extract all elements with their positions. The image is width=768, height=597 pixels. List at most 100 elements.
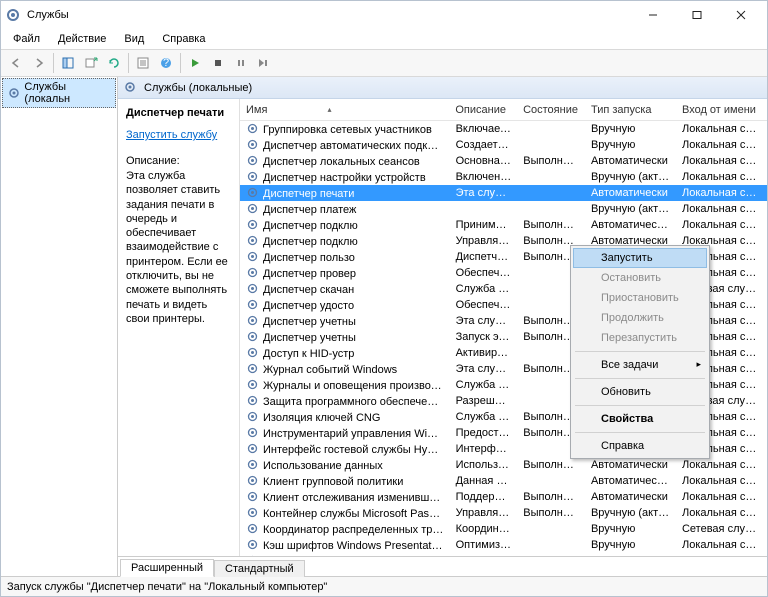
menu-pause: Приостановить bbox=[573, 288, 707, 308]
gear-icon bbox=[246, 458, 259, 471]
gear-icon bbox=[246, 266, 259, 279]
table-row[interactable]: Ловушка SNMPПринимае...ВручнуюЛокальная … bbox=[240, 553, 767, 556]
gear-icon bbox=[246, 186, 259, 199]
gear-icon bbox=[246, 506, 259, 519]
start-service-link[interactable]: Запустить службу bbox=[126, 129, 231, 141]
statusbar: Запуск службы "Диспетчер печати" на "Лок… bbox=[1, 576, 767, 596]
gear-icon bbox=[246, 170, 259, 183]
menu-resume: Продолжить bbox=[573, 308, 707, 328]
selected-service-name: Диспетчер печати bbox=[126, 107, 231, 119]
gear-icon bbox=[246, 490, 259, 503]
main-content: Службы (локальн Службы (локальные) Диспе… bbox=[1, 77, 767, 576]
table-row[interactable]: Использование данныхИспользо...Выполняет… bbox=[240, 457, 767, 473]
menu-file[interactable]: Файл bbox=[5, 31, 48, 47]
header-band: Службы (локальные) bbox=[118, 77, 767, 99]
description-text: Эта служба позволяет ставить задания печ… bbox=[126, 169, 231, 326]
table-row[interactable]: Диспетчер настройки устройствВключени...… bbox=[240, 169, 767, 185]
export-button[interactable] bbox=[80, 52, 102, 74]
tree-pane: Службы (локальн bbox=[1, 77, 118, 576]
col-name[interactable]: Имя bbox=[240, 101, 449, 119]
menu-all-tasks[interactable]: Все задачи bbox=[573, 355, 707, 375]
close-button[interactable] bbox=[719, 1, 763, 29]
gear-icon bbox=[246, 202, 259, 215]
titlebar: Службы bbox=[1, 1, 767, 29]
gear-icon bbox=[246, 554, 259, 556]
menu-help[interactable]: Справка bbox=[154, 31, 213, 47]
menu-stop: Остановить bbox=[573, 268, 707, 288]
forward-button[interactable] bbox=[28, 52, 50, 74]
toolbar: ? bbox=[1, 49, 767, 77]
stop-service-button[interactable] bbox=[207, 52, 229, 74]
maximize-button[interactable] bbox=[675, 1, 719, 29]
gear-icon bbox=[246, 474, 259, 487]
show-hide-button[interactable] bbox=[57, 52, 79, 74]
gear-icon bbox=[246, 234, 259, 247]
menu-action[interactable]: Действие bbox=[50, 31, 114, 47]
window-title: Службы bbox=[27, 9, 631, 21]
menu-help[interactable]: Справка bbox=[573, 436, 707, 456]
gear-icon bbox=[7, 86, 20, 100]
services-table: Имя Описание Состояние Тип запуска Вход … bbox=[240, 99, 767, 556]
tree-node-services[interactable]: Службы (локальн bbox=[2, 78, 116, 108]
gear-icon bbox=[246, 346, 259, 359]
table-row[interactable]: Диспетчер локальных сеансовОсновная ...В… bbox=[240, 153, 767, 169]
table-row[interactable]: Диспетчер автоматических подключений уда… bbox=[240, 137, 767, 153]
menu-view[interactable]: Вид bbox=[116, 31, 152, 47]
table-row[interactable]: Координатор распределенных транзакцийКоо… bbox=[240, 521, 767, 537]
table-row[interactable]: Клиент групповой политикиДанная сл...Авт… bbox=[240, 473, 767, 489]
status-text: Запуск службы "Диспетчер печати" на "Лок… bbox=[7, 581, 327, 593]
table-row[interactable]: Группировка сетевых участниковВключает .… bbox=[240, 121, 767, 137]
restart-service-button[interactable] bbox=[253, 52, 275, 74]
properties-button[interactable] bbox=[132, 52, 154, 74]
refresh-button[interactable] bbox=[103, 52, 125, 74]
menu-refresh[interactable]: Обновить bbox=[573, 382, 707, 402]
gear-icon bbox=[246, 394, 259, 407]
minimize-button[interactable] bbox=[631, 1, 675, 29]
tree-node-label: Службы (локальн bbox=[24, 81, 111, 105]
tab-extended[interactable]: Расширенный bbox=[120, 559, 214, 577]
gear-icon bbox=[246, 442, 259, 455]
gear-icon bbox=[246, 218, 259, 231]
context-menu: Запустить Остановить Приостановить Продо… bbox=[570, 245, 710, 459]
col-description[interactable]: Описание bbox=[449, 101, 517, 119]
gear-icon bbox=[246, 314, 259, 327]
gear-icon bbox=[246, 298, 259, 311]
description-label: Описание: bbox=[126, 155, 231, 167]
col-logon-as[interactable]: Вход от имени bbox=[676, 101, 767, 119]
help-button[interactable]: ? bbox=[155, 52, 177, 74]
table-row[interactable]: Диспетчер печатиЭта служб...Автоматическ… bbox=[240, 185, 767, 201]
gear-icon bbox=[246, 282, 259, 295]
table-row[interactable]: Кэш шрифтов Windows Presentation Foundat… bbox=[240, 537, 767, 553]
view-tabs: Расширенный Стандартный bbox=[118, 556, 767, 576]
back-button[interactable] bbox=[5, 52, 27, 74]
gear-icon bbox=[246, 410, 259, 423]
gear-icon bbox=[246, 426, 259, 439]
gear-icon bbox=[246, 250, 259, 263]
svg-text:?: ? bbox=[163, 57, 169, 69]
table-row[interactable]: Контейнер службы Microsoft PassportУправ… bbox=[240, 505, 767, 521]
pause-service-button[interactable] bbox=[230, 52, 252, 74]
col-startup-type[interactable]: Тип запуска bbox=[585, 101, 676, 119]
start-service-button[interactable] bbox=[184, 52, 206, 74]
tab-standard[interactable]: Стандартный bbox=[214, 560, 305, 577]
table-row[interactable]: Клиент отслеживания изменившихся связейП… bbox=[240, 489, 767, 505]
table-row[interactable]: Диспетчер подклюПринимае...ВыполняетсяАв… bbox=[240, 217, 767, 233]
menu-start[interactable]: Запустить bbox=[573, 248, 707, 268]
table-row[interactable]: Диспетчер платежВручную (активир...Локал… bbox=[240, 201, 767, 217]
gear-icon bbox=[246, 122, 259, 135]
detail-pane: Диспетчер печати Запустить службу Описан… bbox=[118, 99, 240, 556]
menu-properties[interactable]: Свойства bbox=[573, 409, 707, 429]
table-header: Имя Описание Состояние Тип запуска Вход … bbox=[240, 99, 767, 121]
gear-icon bbox=[246, 154, 259, 167]
gear-icon bbox=[124, 81, 138, 95]
menubar: Файл Действие Вид Справка bbox=[1, 29, 767, 49]
gear-icon bbox=[246, 138, 259, 151]
col-state[interactable]: Состояние bbox=[517, 101, 585, 119]
gear-icon bbox=[246, 378, 259, 391]
app-icon bbox=[5, 7, 21, 23]
gear-icon bbox=[246, 522, 259, 535]
gear-icon bbox=[246, 362, 259, 375]
gear-icon bbox=[246, 330, 259, 343]
header-band-label: Службы (локальные) bbox=[144, 82, 252, 94]
gear-icon bbox=[246, 538, 259, 551]
